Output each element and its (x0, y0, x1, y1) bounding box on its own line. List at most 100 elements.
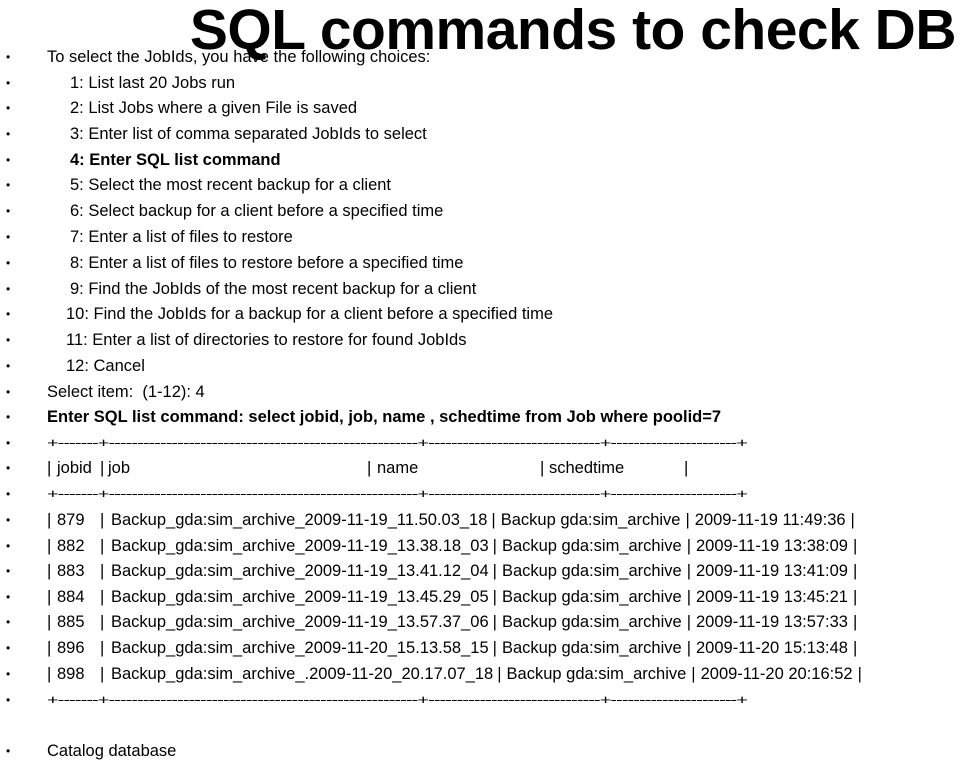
cell-pipe: | (853, 613, 858, 631)
cell-job: Backup_gda:sim_archive_2009-11-20_15.13.… (111, 639, 489, 657)
cell-schedtime: 2009-11-19 11:49:36 (694, 511, 846, 529)
bullet-icon: • (6, 256, 11, 270)
bullet-icon: • (6, 590, 11, 604)
header-pipe: | (540, 459, 545, 477)
bullet-icon: • (6, 641, 11, 655)
choice-text: 3: Enter list of comma separated JobIds … (70, 125, 427, 143)
bullet-icon: • (6, 461, 11, 475)
choice-text: 12: Cancel (66, 357, 145, 375)
cell-jobid: 879 (57, 511, 85, 529)
bullet-icon: • (6, 564, 11, 578)
cell-job: Backup_gda:sim_archive_2009-11-19_13.41.… (111, 562, 489, 580)
bullet-icon: • (6, 487, 11, 501)
cell-name: Backup gda:sim_archive (506, 665, 687, 683)
cell-name: Backup gda:sim_archive (501, 537, 682, 555)
cell-schedtime: 2009-11-19 13:57:33 (696, 613, 848, 631)
bullet-icon: • (6, 359, 11, 373)
bullet-icon: • (6, 333, 11, 347)
cell-pipe: | (857, 665, 862, 683)
cell-pipe: | (100, 613, 105, 631)
cell-pipe: | (100, 588, 105, 606)
header-jobid: jobid (57, 459, 92, 477)
bullet-icon: • (6, 282, 11, 296)
cell-pipe: | (47, 639, 52, 657)
cell-pipe: | (492, 588, 497, 606)
bullet-icon: • (6, 744, 11, 758)
cell-jobid: 882 (57, 537, 85, 555)
cell-pipe: | (686, 639, 691, 657)
cell-pipe: | (853, 537, 858, 555)
cell-pipe: | (47, 537, 52, 555)
bullet-icon: • (6, 76, 11, 90)
bullet-icon: • (6, 436, 11, 450)
cell-pipe: | (492, 537, 497, 555)
bullet-icon: • (6, 693, 11, 707)
header-pipe: | (367, 459, 372, 477)
cell-pipe: | (47, 588, 52, 606)
cell-pipe: | (853, 562, 858, 580)
cell-pipe: | (47, 562, 52, 580)
cell-schedtime: 2009-11-19 13:38:09 (696, 537, 848, 555)
cell-jobid: 884 (57, 588, 85, 606)
cell-name: Backup gda:sim_archive (501, 562, 682, 580)
cell-schedtime: 2009-11-20 15:13:48 (696, 639, 848, 657)
cell-job: Backup_gda:sim_archive_2009-11-19_11.50.… (111, 511, 488, 529)
cell-jobid: 898 (57, 665, 85, 683)
choice-text: 5: Select the most recent backup for a c… (70, 176, 392, 194)
choice-text: 4: Enter SQL list command (70, 151, 281, 169)
cell-pipe: | (47, 511, 52, 529)
cell-jobid: 883 (57, 562, 85, 580)
bullet-icon: • (6, 385, 11, 399)
cell-pipe: | (686, 537, 691, 555)
cell-name: Backup gda:sim_archive (501, 613, 682, 631)
bullet-icon: • (6, 127, 11, 141)
bullet-icon: • (6, 204, 11, 218)
sql-command: Enter SQL list command: select jobid, jo… (47, 408, 722, 426)
select-prompt: Select item: (1-12): 4 (47, 383, 205, 401)
cell-pipe: | (497, 665, 502, 683)
cell-pipe: | (691, 665, 696, 683)
choice-text: 9: Find the JobIds of the most recent ba… (70, 280, 477, 298)
bullet-icon: • (6, 307, 11, 321)
cell-job: Backup_gda:sim_archive_.2009-11-20_20.17… (111, 665, 494, 683)
header-name: name (377, 459, 419, 477)
cell-pipe: | (686, 613, 691, 631)
bullet-icon: • (6, 50, 11, 64)
cell-job: Backup_gda:sim_archive_2009-11-19_13.38.… (111, 537, 489, 555)
cell-jobid: 885 (57, 613, 85, 631)
cell-name: Backup gda:sim_archive (500, 511, 681, 529)
cell-pipe: | (47, 665, 52, 683)
cell-pipe: | (47, 613, 52, 631)
cell-pipe: | (100, 665, 105, 683)
bullet-icon: • (6, 410, 11, 424)
header-schedtime: schedtime (549, 459, 625, 477)
cell-pipe: | (100, 562, 105, 580)
cell-jobid: 896 (57, 639, 85, 657)
cell-pipe: | (850, 511, 855, 529)
header-job: job (108, 459, 131, 477)
cell-pipe: | (492, 613, 497, 631)
bullet-icon: • (6, 513, 11, 527)
header-pipe: | (100, 459, 105, 477)
cell-pipe: | (492, 639, 497, 657)
cell-pipe: | (686, 588, 691, 606)
separator-text: +-------+-------------------------------… (47, 486, 748, 501)
cell-pipe: | (853, 639, 858, 657)
bullet-icon: • (6, 153, 11, 167)
cell-pipe: | (686, 562, 691, 580)
cell-pipe: | (853, 588, 858, 606)
separator-text: +-------+-------------------------------… (47, 435, 748, 450)
bullet-icon: • (6, 539, 11, 553)
cell-pipe: | (491, 511, 496, 529)
cell-job: Backup_gda:sim_archive_2009-11-19_13.45.… (111, 588, 489, 606)
cell-pipe: | (100, 639, 105, 657)
cell-pipe: | (100, 511, 105, 529)
cell-job: Backup_gda:sim_archive_2009-11-19_13.57.… (111, 613, 489, 631)
cell-name: Backup gda:sim_archive (501, 639, 682, 657)
header-pipe: | (47, 459, 56, 477)
bullet-icon: • (6, 615, 11, 629)
choice-text: 11: Enter a list of directories to resto… (66, 331, 467, 349)
bullet-icon: • (6, 178, 11, 192)
cell-pipe: | (100, 537, 105, 555)
footer-text: Catalog database (47, 742, 177, 760)
